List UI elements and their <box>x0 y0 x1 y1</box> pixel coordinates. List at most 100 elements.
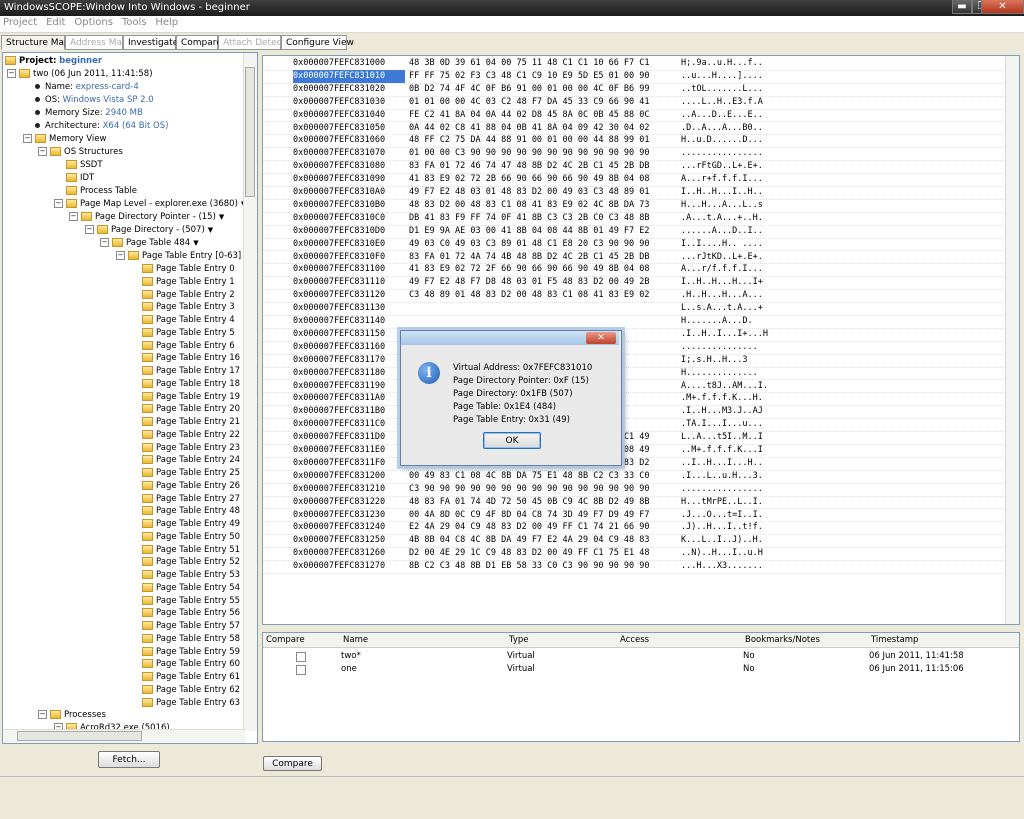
hex-row[interactable]: 0x000007FEFC831220 48 83 FA 01 74 4D 72 5… <box>263 496 1005 510</box>
hex-row[interactable]: 0x000007FEFC831040 FE C2 41 8A 04 0A 44 0… <box>263 109 1005 123</box>
tab-structure-map[interactable]: Structure Map <box>1 35 70 50</box>
tree-page-table-entry[interactable]: Page Table Entry 19 <box>142 391 240 403</box>
hex-bytes[interactable]: C3 48 89 01 48 83 D2 00 48 83 C1 08 41 8… <box>409 289 650 302</box>
hex-bytes[interactable]: 83 FA 01 72 4A 74 4B 48 8B D2 4C 2B C1 4… <box>409 251 650 264</box>
hex-address[interactable]: 0x000007FEFC831200 <box>293 470 405 483</box>
hex-row[interactable]: 0x000007FEFC831160............... <box>263 341 1005 355</box>
tree-processes[interactable]: − Processes <box>38 709 106 721</box>
tree-page-table-entry[interactable]: Page Table Entry 57 <box>142 620 240 632</box>
col-compare[interactable]: Compare <box>266 635 305 645</box>
tree-page-table-entry[interactable]: Page Table Entry 55 <box>142 595 240 607</box>
hex-row[interactable]: 0x000007FEFC8311F0F7 E2 49 03 C3 48 83 D… <box>263 457 1005 471</box>
col-access[interactable]: Access <box>620 635 649 645</box>
menu-project[interactable]: Project <box>0 16 40 29</box>
menu-edit[interactable]: Edit <box>43 16 68 29</box>
hex-address[interactable]: 0x000007FEFC831130 <box>293 302 405 315</box>
hex-address[interactable]: 0x000007FEFC8311C0 <box>293 418 405 431</box>
hex-address[interactable]: 0x000007FEFC831050 <box>293 122 405 135</box>
tree-page-table-entry[interactable]: Page Table Entry 0 <box>142 263 235 275</box>
hex-row[interactable]: 0x000007FEFC831000 48 3B 0D 39 61 04 00 7… <box>263 57 1005 71</box>
hex-row[interactable]: 0x000007FEFC831200 00 49 83 C1 08 4C 8B D… <box>263 470 1005 484</box>
hex-address[interactable]: 0x000007FEFC8310B0 <box>293 199 405 212</box>
hex-bytes[interactable]: D2 00 4E 29 1C C9 48 83 D2 00 49 FF C1 7… <box>409 547 650 560</box>
tree-page-table-entry[interactable]: Page Table Entry 24 <box>142 454 240 466</box>
tree-page-table-entry[interactable]: Page Table Entry 62 <box>142 684 240 696</box>
collapse-icon[interactable]: − <box>69 212 78 221</box>
hex-vertical-scrollbar[interactable] <box>1005 56 1019 624</box>
dropdown-arrow-icon[interactable]: ▼ <box>219 213 224 221</box>
hex-address[interactable]: 0x000007FEFC831140 <box>293 315 405 328</box>
fetch-button[interactable]: Fetch... <box>98 751 160 768</box>
hex-address[interactable]: 0x000007FEFC831100 <box>293 263 405 276</box>
tree-ssdt[interactable]: SSDT <box>66 159 103 171</box>
table-row[interactable]: two* Virtual No 06 Jun 2011, 11:41:58 <box>263 650 1019 663</box>
hex-address[interactable]: 0x000007FEFC8311E0 <box>293 444 405 457</box>
tab-compare[interactable]: Compare <box>176 35 222 50</box>
hex-row[interactable]: 0x000007FEFC831030 01 01 00 00 4C 03 C2 4… <box>263 96 1005 110</box>
tab-attach-detect[interactable]: Attach Detect <box>218 35 285 50</box>
hex-row[interactable]: 0x000007FEFC831270 8B C2 C3 48 8B D1 EB 5… <box>263 560 1005 574</box>
scroll-thumb[interactable] <box>245 67 255 197</box>
collapse-icon[interactable]: − <box>7 69 16 78</box>
hex-address[interactable]: 0x000007FEFC831110 <box>293 276 405 289</box>
hex-address[interactable]: 0x000007FEFC8310E0 <box>293 238 405 251</box>
tree-page-table-entry[interactable]: Page Table Entry 58 <box>142 633 240 645</box>
tree-page-table-entry[interactable]: Page Table Entry 4 <box>142 314 235 326</box>
tree-page-table-entry[interactable]: Page Table Entry 26 <box>142 480 240 492</box>
hex-bytes[interactable]: 41 83 E9 02 72 2F 66 90 66 90 66 90 49 8… <box>409 263 650 276</box>
tree-page-directory[interactable]: − Page Directory - (507) ▼ <box>85 224 213 236</box>
collapse-icon[interactable]: − <box>116 251 125 260</box>
menu-options[interactable]: Options <box>71 16 116 29</box>
hex-row[interactable]: 0x000007FEFC831020 0B D2 74 4F 4C 0F B6 9… <box>263 83 1005 97</box>
hex-row[interactable]: 0x000007FEFC8310E0 49 03 C0 49 03 C3 89 0… <box>263 238 1005 252</box>
tree-page-table-entry[interactable]: Page Table Entry 17 <box>142 365 240 377</box>
hex-address[interactable]: 0x000007FEFC831230 <box>293 509 405 522</box>
hex-address[interactable]: 0x000007FEFC831090 <box>293 173 405 186</box>
tree-project[interactable]: Project: beginner <box>5 55 102 67</box>
hex-address[interactable]: 0x000007FEFC831180 <box>293 367 405 380</box>
hex-address[interactable]: 0x000007FEFC8310C0 <box>293 212 405 225</box>
col-name[interactable]: Name <box>343 635 368 645</box>
hex-address[interactable]: 0x000007FEFC8310F0 <box>293 251 405 264</box>
hex-row[interactable]: 0x000007FEFC831010 FF FF 75 02 F3 C3 48 C… <box>263 69 1005 84</box>
dialog-close-button[interactable]: ✕ <box>586 332 616 344</box>
hex-address[interactable]: 0x000007FEFC831210 <box>293 483 405 496</box>
hex-bytes[interactable]: 01 01 00 00 4C 03 C2 48 F7 DA 45 33 C9 6… <box>409 96 650 109</box>
tree-page-table-entry[interactable]: Page Table Entry 53 <box>142 569 240 581</box>
minimize-button[interactable]: ▬ <box>952 0 972 14</box>
hex-bytes[interactable]: 48 FF C2 75 DA 44 88 91 00 01 00 00 44 8… <box>409 134 650 147</box>
collapse-icon[interactable]: − <box>54 199 63 208</box>
compare-checkbox[interactable] <box>296 652 306 662</box>
tree-page-table-entry[interactable]: Page Table Entry 51 <box>142 544 240 556</box>
hex-bytes[interactable]: E2 4A 29 04 C9 48 83 D2 00 49 FF C1 74 2… <box>409 521 650 534</box>
menu-tools[interactable]: Tools <box>119 16 150 29</box>
tree-page-table-entry[interactable]: Page Table Entry 1 <box>142 276 235 288</box>
hex-row[interactable]: 0x000007FEFC831240 E2 4A 29 04 C9 48 83 D… <box>263 521 1005 536</box>
tree-page-table-entry[interactable]: Page Table Entry 5 <box>142 327 235 339</box>
tree-os-structures[interactable]: − OS Structures <box>38 146 123 158</box>
hex-row[interactable]: 0x000007FEFC831250 4B 8B 04 C8 4C 8B DA 4… <box>263 534 1005 549</box>
hex-address[interactable]: 0x000007FEFC831080 <box>293 160 405 173</box>
hex-row[interactable]: 0x000007FEFC8311D04C 8B D2 41 C1 E1 03 7… <box>263 431 1005 445</box>
tree-page-table-entry[interactable]: Page Table Entry 61 <box>142 671 240 683</box>
tree-page-table-entry[interactable]: Page Table Entry 60 <box>142 658 240 670</box>
hex-row[interactable]: 0x000007FEFC831120 C3 48 89 01 48 83 D2 0… <box>263 289 1005 304</box>
hex-address[interactable]: 0x000007FEFC831250 <box>293 534 405 547</box>
hex-bytes[interactable]: DB 41 83 F9 FF 74 0F 41 8B C3 C3 2B C0 C… <box>409 212 650 225</box>
hex-address[interactable]: 0x000007FEFC8311D0 <box>293 431 405 444</box>
hex-row[interactable]: 0x000007FEFC831060 48 FF C2 75 DA 44 88 9… <box>263 134 1005 149</box>
hex-row[interactable]: 0x000007FEFC8311E0F7 D9 4D 2B DB 66 90 6… <box>263 444 1005 458</box>
tree-page-table-entry[interactable]: Page Table Entry 48 <box>142 505 240 517</box>
tree-page-table-entry[interactable]: Page Table Entry 21 <box>142 416 240 428</box>
tree-page-table-entry[interactable]: Page Table Entry 27 <box>142 493 240 505</box>
tab-configure-view[interactable]: Configure View <box>281 35 354 50</box>
tree-page-table-entry[interactable]: Page Table Entry 3 <box>142 301 235 313</box>
hex-bytes[interactable]: 41 83 E9 02 72 2B 66 90 66 90 66 90 49 8… <box>409 173 650 186</box>
tree-page-table-entry[interactable]: Page Table Entry 50 <box>142 531 240 543</box>
tree-page-table-entry[interactable]: Page Table Entry 59 <box>142 646 240 658</box>
hex-row[interactable]: 0x000007FEFC8310B0 48 83 D2 00 48 83 C1 0… <box>263 199 1005 213</box>
hex-address[interactable]: 0x000007FEFC831220 <box>293 496 405 509</box>
tree-page-table-entry[interactable]: Page Table Entry 2 <box>142 289 235 301</box>
hex-bytes[interactable]: 48 3B 0D 39 61 04 00 75 11 48 C1 C1 10 6… <box>409 57 650 70</box>
hex-bytes[interactable]: 49 F7 E2 48 03 01 48 83 D2 00 49 03 C3 4… <box>409 186 650 199</box>
